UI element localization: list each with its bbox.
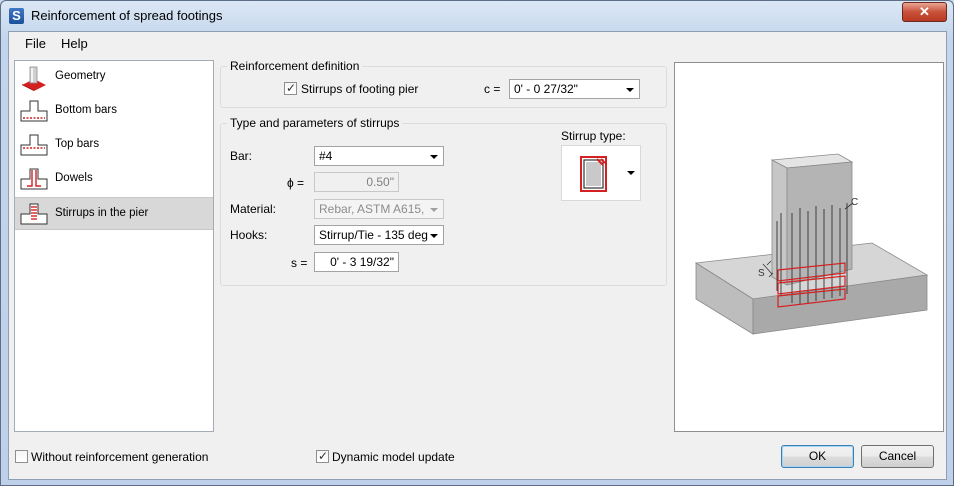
dialog-window: S Reinforcement of spread footings ✕ Fil… [0,0,954,486]
stirrup-parameters-title: Type and parameters of stirrups [227,116,403,130]
chevron-down-icon [626,88,634,92]
footing-preview: C S [674,62,944,432]
cancel-button[interactable]: Cancel [861,445,934,468]
c-value-dropdown[interactable]: 0' - 0 27/32" [509,79,640,99]
spacing-field[interactable]: 0' - 3 19/32" [314,252,399,272]
title-bar[interactable]: S Reinforcement of spread footings ✕ [1,1,953,31]
nav-label-dowels: Dowels [55,172,93,184]
stirrup-type-dropdown[interactable] [561,145,641,201]
chevron-down-icon [430,208,438,212]
material-label: Material: [230,202,277,216]
nav-label-geometry: Geometry [55,70,106,82]
dialog-client-area: File Help Geometry Bottom bars Top bars … [8,31,947,480]
reinforcement-definition-title: Reinforcement definition [227,59,363,73]
chevron-down-icon [627,171,635,175]
app-icon: S [9,8,24,24]
check-mark-icon: ✓ [286,81,297,95]
nav-label-bottom-bars: Bottom bars [55,104,117,116]
phi-value-text: 0.50" [366,175,394,189]
ok-button[interactable]: OK [781,445,854,468]
check-mark-icon: ✓ [318,449,329,463]
bar-label: Bar: [230,149,253,163]
hooks-value-text: Stirrup/Tie - 135 deg [319,228,428,242]
spacing-value-text: 0' - 3 19/32" [330,255,394,269]
nav-item-bottom-bars[interactable]: Bottom bars [15,95,213,128]
dynamic-model-update-checkbox[interactable]: ✓ [316,449,329,463]
nav-item-stirrups[interactable]: Stirrups in the pier [15,197,213,230]
bottom-bars-icon [20,100,48,122]
stirrups-of-footing-pier-checkbox[interactable]: ✓ [284,81,297,95]
nav-label-stirrups: Stirrups in the pier [55,207,149,219]
stirrup-shape-icon [580,156,607,192]
c-label: c = [484,82,501,96]
nav-item-dowels[interactable]: Dowels [15,163,213,196]
close-button[interactable]: ✕ [902,2,947,22]
s-label: s = [291,256,308,270]
phi-label: ϕ = [287,176,305,190]
chevron-down-icon [430,234,438,238]
menu-bar: File Help [9,32,946,54]
stirrup-type-label: Stirrup type: [561,129,626,143]
top-bars-icon [20,134,48,156]
menu-help[interactable]: Help [61,36,88,51]
bar-dropdown[interactable]: #4 [314,146,444,166]
bar-value-text: #4 [319,149,333,163]
reinforcement-definition-group: Reinforcement definition ✓ Stirrups of f… [220,59,667,108]
without-reinforcement-generation-checkbox[interactable] [15,450,28,463]
chevron-down-icon [430,155,438,159]
nav-item-top-bars[interactable]: Top bars [15,129,213,162]
nav-label-top-bars: Top bars [55,138,100,150]
section-list: Geometry Bottom bars Top bars Dowels Sti… [14,60,214,432]
dimension-c-label: C [851,197,858,208]
footing-3d-illustration: C S [694,153,929,335]
stirrups-of-footing-pier-label: Stirrups of footing pier [301,82,419,96]
dowels-icon [20,168,48,190]
hooks-label: Hooks: [230,228,268,242]
phi-field: 0.50" [314,172,399,192]
without-reinforcement-generation-label: Without reinforcement generation [31,450,209,464]
menu-file[interactable]: File [25,36,46,51]
window-title: Reinforcement of spread footings [31,8,223,23]
c-value-text: 0' - 0 27/32" [514,82,578,96]
hooks-dropdown[interactable]: Stirrup/Tie - 135 deg [314,225,444,245]
stirrups-icon [20,203,48,225]
material-value-text: Rebar, ASTM A615, [319,202,425,216]
dynamic-model-update-label: Dynamic model update [332,450,455,464]
material-dropdown: Rebar, ASTM A615, [314,199,444,219]
dimension-s-label: S [758,268,765,279]
nav-item-geometry[interactable]: Geometry [15,61,213,94]
geometry-icon [22,66,46,91]
